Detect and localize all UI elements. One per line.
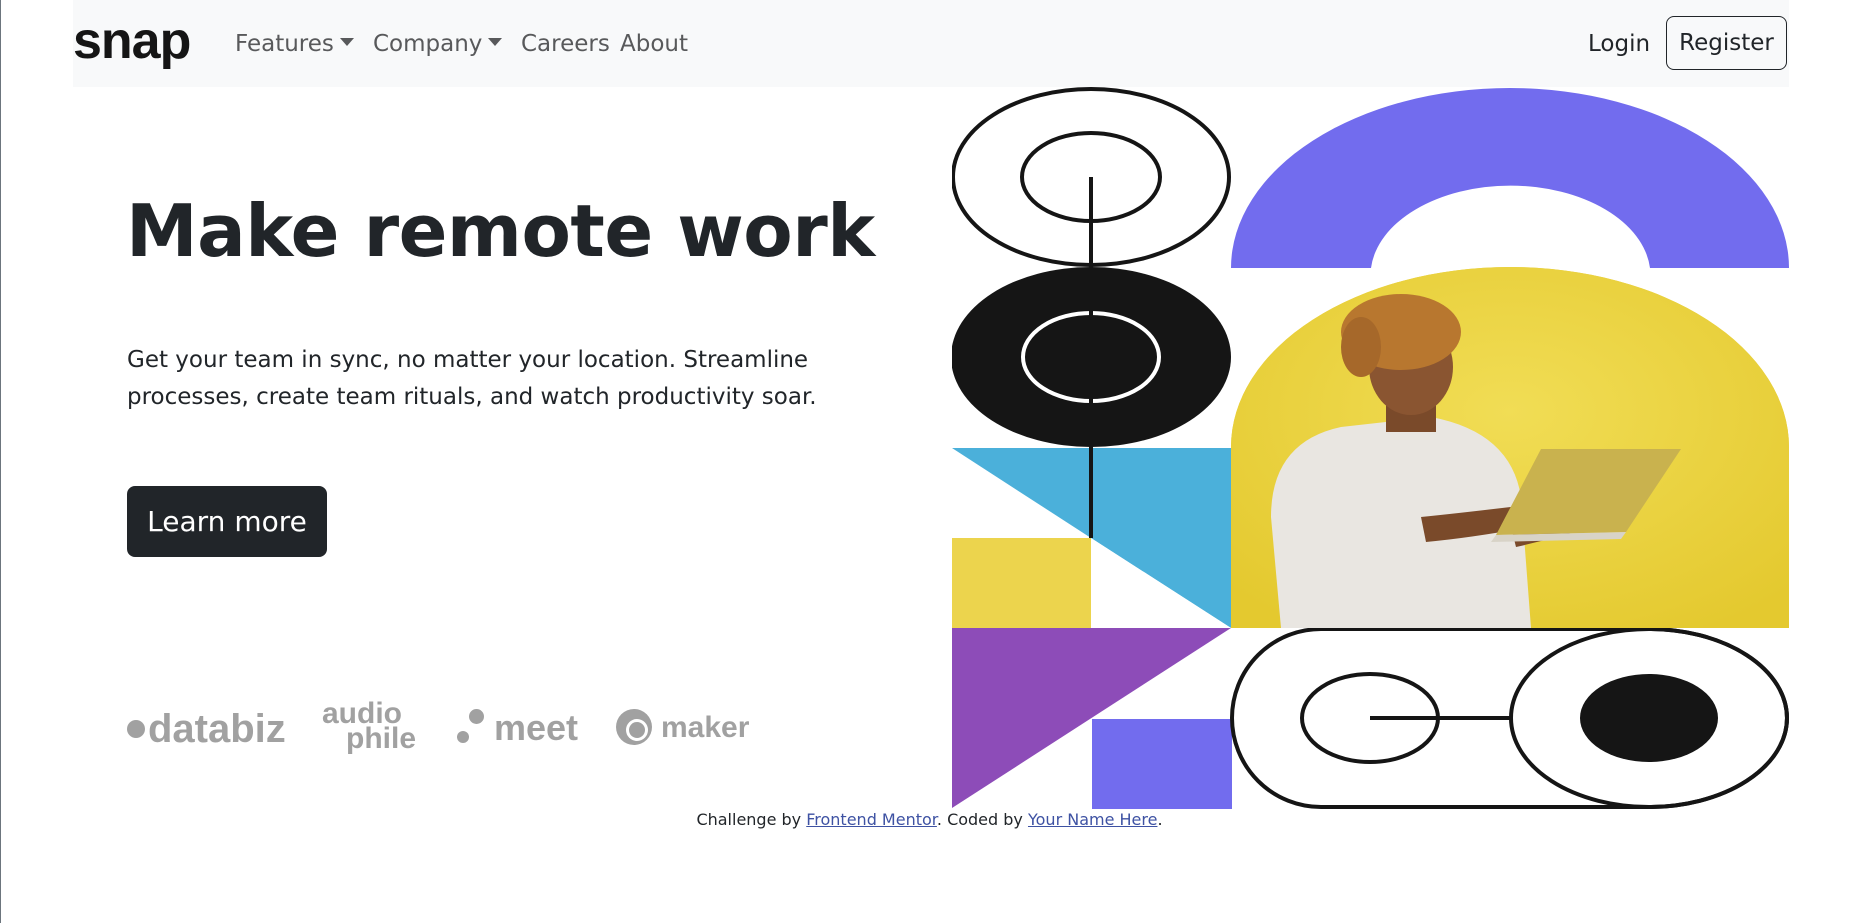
author-link[interactable]: Your Name Here [1028, 810, 1157, 829]
purple-square-shape [1092, 719, 1232, 809]
client-logo-meet: meet [457, 707, 578, 749]
client-logo-text: meet [494, 707, 579, 748]
attribution-prefix: Challenge by [696, 810, 807, 829]
client-logo-text: databiz [148, 707, 286, 751]
attribution-suffix: . [1157, 810, 1163, 829]
yellow-square-shape [952, 538, 1091, 628]
brand-logo[interactable]: snap [73, 8, 191, 74]
hero-title: Make remote work [126, 189, 875, 273]
client-logo-text: maker [661, 710, 750, 744]
register-button[interactable]: Register [1666, 16, 1787, 70]
page-left-border [0, 0, 1, 923]
client-logo-audiophile: audio phile [322, 699, 416, 754]
client-logos: databiz audio phile meet maker [127, 695, 750, 757]
footer-attribution: Challenge by Frontend Mentor. Coded by Y… [0, 808, 1859, 832]
nav-item-features[interactable]: Features [235, 26, 354, 62]
frontend-mentor-link[interactable]: Frontend Mentor [806, 810, 937, 829]
databiz-dot-icon [127, 720, 145, 739]
nav-item-company[interactable]: Company [373, 26, 503, 62]
hero-illustration [952, 87, 1789, 810]
right-black-dot-shape [1580, 674, 1718, 762]
maker-circle-icon [616, 709, 652, 745]
hero-description: Get your team in sync, no matter your lo… [127, 347, 817, 410]
top-navbar: snap Features Company Careers About Logi… [73, 0, 1789, 87]
meet-dot-small-icon [457, 731, 469, 743]
meet-dot-large-icon [469, 709, 484, 724]
chevron-down-icon [339, 37, 354, 46]
chevron-down-icon [488, 37, 503, 46]
nav-item-label: Features [235, 31, 334, 57]
client-logo-maker: maker [615, 709, 750, 748]
nav-item-about[interactable]: About [620, 26, 688, 62]
nav-item-careers[interactable]: Careers [521, 26, 610, 62]
hero-photo [1231, 267, 1789, 628]
learn-more-button[interactable]: Learn more [127, 486, 327, 557]
client-logo-databiz: databiz [127, 707, 286, 752]
blue-triangle-left-shape [952, 448, 1091, 538]
login-link[interactable]: Login [1588, 26, 1650, 62]
purple-arch-shape [1231, 88, 1789, 268]
attribution-middle: . Coded by [936, 810, 1028, 829]
person-with-laptop-image [1231, 267, 1789, 628]
nav-item-label: Company [373, 31, 483, 57]
